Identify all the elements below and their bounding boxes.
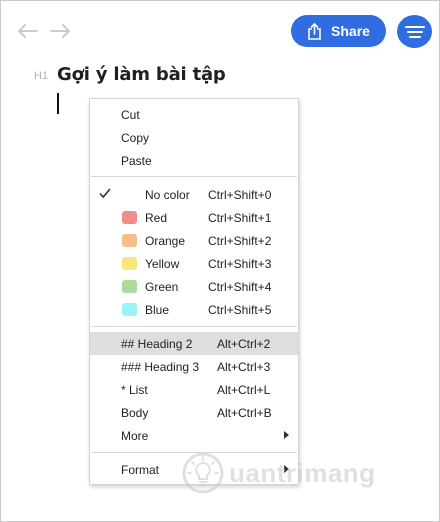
main-menu-button[interactable] [397,15,432,48]
arrow-left-icon [18,24,38,38]
menu-item-label: ### Heading 3 [121,360,200,374]
menu-item-red[interactable]: Red Ctrl+Shift+1 [90,206,298,229]
share-label: Share [331,23,370,39]
menu-item-label: Copy [121,131,150,145]
checkmark-icon [99,188,111,199]
menu-item-cut[interactable]: Cut [90,103,298,126]
share-button[interactable]: Share [291,15,386,47]
color-swatch [122,280,137,293]
menu-item-no-color[interactable]: No color Ctrl+Shift+0 [90,183,298,206]
menu-item-label: Yellow [145,257,180,271]
lightbulb-logo-icon [182,452,224,494]
menu-item-shortcut: Alt+Ctrl+B [217,406,272,420]
menu-item-blue[interactable]: Blue Ctrl+Shift+5 [90,298,298,321]
menu-item-label: No color [145,188,190,202]
color-swatch [122,211,137,224]
menu-item-label: Orange [145,234,186,248]
menu-item-shortcut: Ctrl+Shift+2 [208,234,272,248]
menu-item-green[interactable]: Green Ctrl+Shift+4 [90,275,298,298]
menu-item-label: More [121,429,149,443]
menu-item-heading-2[interactable]: ## Heading 2 Alt+Ctrl+2 [90,332,298,355]
menu-item-shortcut: Ctrl+Shift+0 [208,188,272,202]
menu-item-label: Green [145,280,179,294]
heading-level-marker: H1 [34,70,49,82]
menu-item-list[interactable]: * List Alt+Ctrl+L [90,378,298,401]
menu-item-shortcut: Alt+Ctrl+3 [217,360,271,374]
back-button[interactable] [17,21,39,41]
menu-item-body[interactable]: Body Alt+Ctrl+B [90,401,298,424]
menu-item-label: Blue [145,303,170,317]
menu-item-shortcut: Ctrl+Shift+1 [208,211,272,225]
menu-item-label: * List [121,383,148,397]
hamburger-menu-icon [404,25,425,38]
app-window: Share H1 Gợi ý làm bài tập Cut Copy Past… [0,0,440,522]
submenu-arrow-icon [284,431,289,439]
menu-item-yellow[interactable]: Yellow Ctrl+Shift+3 [90,252,298,275]
menu-item-label: Body [121,406,149,420]
text-cursor [57,93,59,114]
menu-item-shortcut: Ctrl+Shift+4 [208,280,272,294]
color-swatch [122,257,137,270]
document-title[interactable]: Gợi ý làm bài tập [57,64,226,85]
menu-separator [91,326,297,327]
menu-item-label: Red [145,211,168,225]
menu-item-copy[interactable]: Copy [90,126,298,149]
menu-item-paste[interactable]: Paste [90,149,298,172]
menu-item-shortcut: Alt+Ctrl+L [217,383,271,397]
menu-item-shortcut: Ctrl+Shift+5 [208,303,272,317]
menu-item-heading-3[interactable]: ### Heading 3 Alt+Ctrl+3 [90,355,298,378]
forward-button[interactable] [49,21,71,41]
arrow-right-icon [50,24,70,38]
menu-item-label: Paste [121,154,152,168]
share-icon [308,22,321,40]
menu-item-shortcut: Ctrl+Shift+3 [208,257,272,271]
color-swatch [122,303,137,316]
menu-item-shortcut: Alt+Ctrl+2 [217,337,271,351]
context-menu: Cut Copy Paste No color Ctrl+Shift+0 Red… [89,98,299,485]
menu-separator [91,176,297,177]
watermark: uantrimang [181,449,406,497]
menu-item-label: Cut [121,108,140,122]
menu-item-label: Format [121,463,160,477]
color-swatch [122,234,137,247]
menu-item-more[interactable]: More [90,424,298,447]
menu-item-orange[interactable]: Orange Ctrl+Shift+2 [90,229,298,252]
watermark-text: uantrimang [229,457,376,488]
menu-item-label: ## Heading 2 [121,337,193,351]
